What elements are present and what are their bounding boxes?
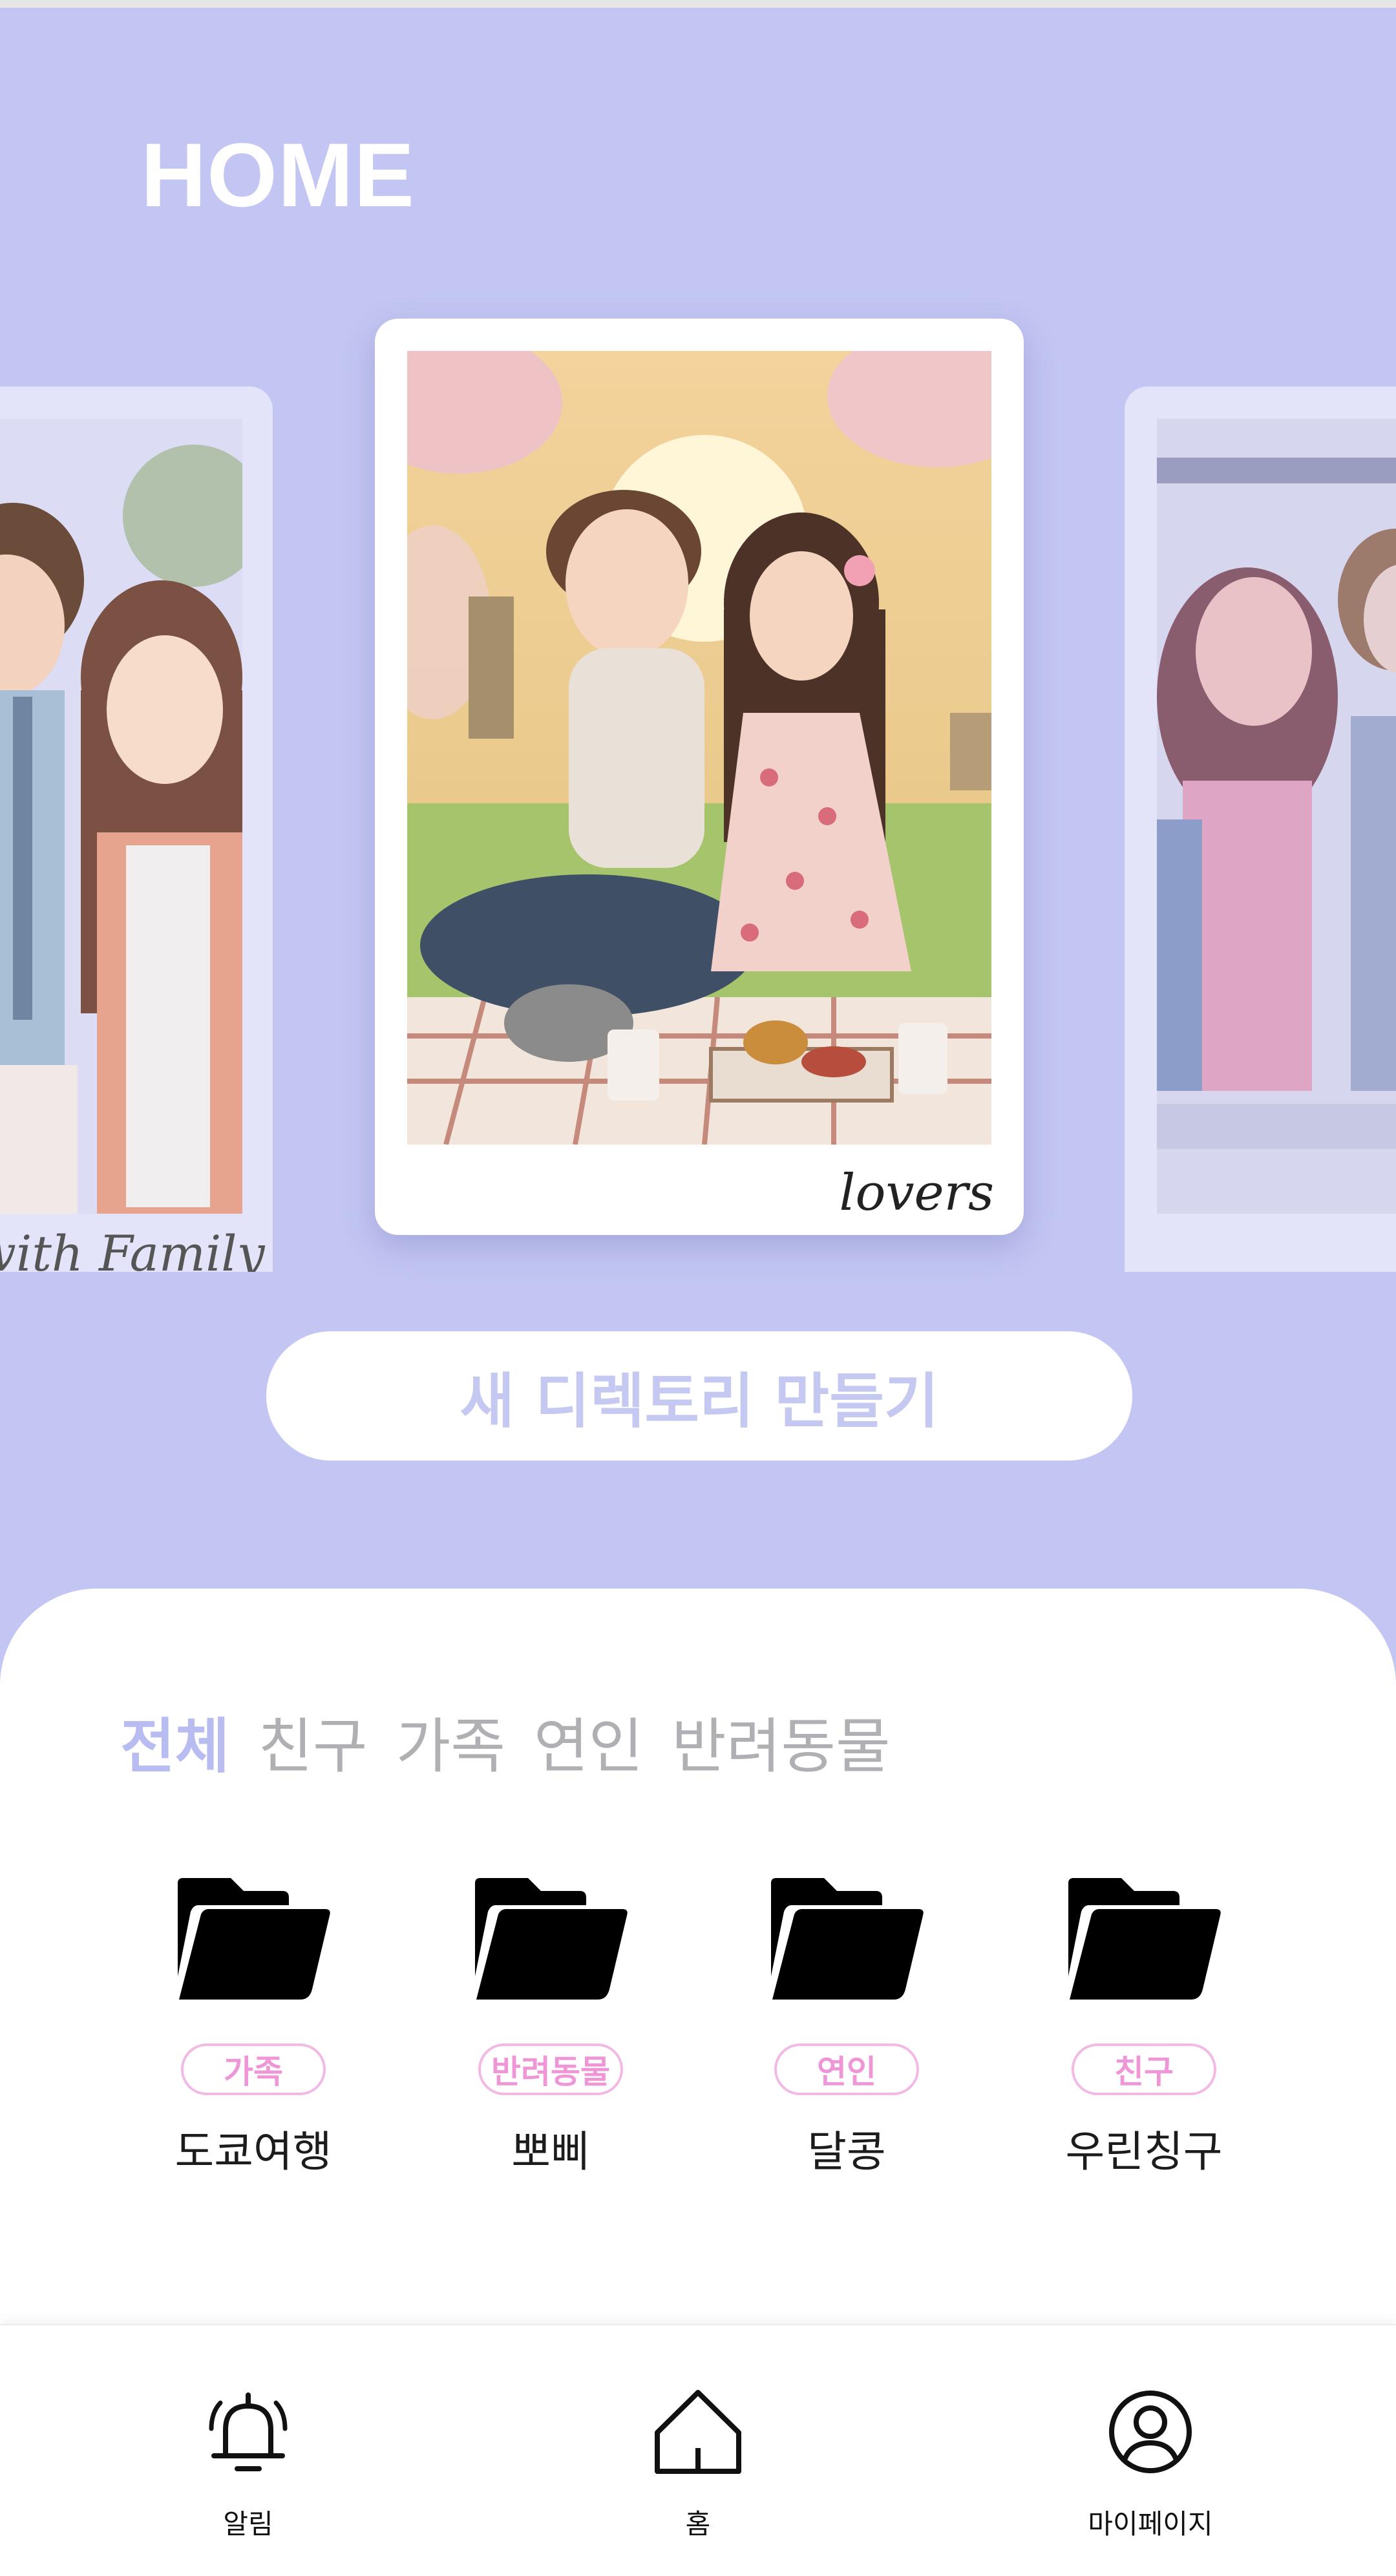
- folder-tag: 반려동물: [478, 2043, 623, 2095]
- card-caption: lovers: [839, 1164, 994, 1222]
- folder-name: 뽀삐: [511, 2127, 590, 2177]
- friends-photo: [1157, 419, 1396, 1214]
- tab-lovers[interactable]: 연인: [534, 1698, 643, 1784]
- home-icon: [655, 2390, 741, 2474]
- nav-label: 홈: [685, 2508, 711, 2540]
- folder-name: 우린칭구: [1065, 2127, 1223, 2177]
- bell-icon: [209, 2392, 288, 2471]
- tab-pets[interactable]: 반려동물: [672, 1698, 891, 1784]
- folder-item[interactable]: 친구 우린칭구: [1047, 1873, 1241, 2179]
- folder-item[interactable]: 가족 도쿄여행: [156, 1873, 350, 2179]
- card-caption: with Family: [0, 1225, 265, 1272]
- folder-name: 달콩: [807, 2127, 886, 2177]
- folder-icon: [771, 1878, 924, 2000]
- page-title: HOME: [141, 124, 415, 226]
- tab-friends[interactable]: 친구: [258, 1698, 367, 1784]
- folder-tag: 친구: [1072, 2043, 1216, 2095]
- folder-name: 도쿄여행: [174, 2127, 332, 2177]
- folder-icon: [1068, 1878, 1221, 2000]
- folder-tag: 연인: [774, 2043, 919, 2095]
- album-card-family[interactable]: with Family: [0, 386, 273, 1272]
- new-directory-button[interactable]: 새 디렉토리 만들기: [266, 1331, 1132, 1461]
- nav-item-notifications[interactable]: 알림: [151, 2383, 345, 2542]
- folder-item[interactable]: 반려동물 뽀삐: [454, 1873, 648, 2179]
- album-card-friends[interactable]: [1125, 386, 1396, 1272]
- tab-family[interactable]: 가족: [396, 1698, 505, 1784]
- nav-item-home[interactable]: 홈: [601, 2383, 795, 2542]
- folder-item[interactable]: 연인 달콩: [750, 1873, 944, 2179]
- profile-icon: [1109, 2391, 1192, 2473]
- couple-picnic-photo: [407, 351, 991, 1145]
- tab-all[interactable]: 전체: [120, 1698, 229, 1784]
- folder-tag: 가족: [181, 2043, 326, 2095]
- nav-label: 마이페이지: [1088, 2508, 1213, 2540]
- nav-item-mypage[interactable]: 마이페이지: [1053, 2383, 1247, 2542]
- folder-icon: [178, 1878, 330, 2000]
- family-photo: [0, 419, 242, 1214]
- status-divider: [0, 0, 1396, 8]
- folder-icon: [475, 1878, 628, 2000]
- category-tabs: 전체 친구 가족 연인 반려동물: [120, 1698, 891, 1784]
- bottom-nav: 알림 홈 마이페이지: [0, 2324, 1396, 2576]
- nav-label: 알림: [223, 2508, 273, 2540]
- album-card-lovers[interactable]: lovers: [375, 319, 1024, 1235]
